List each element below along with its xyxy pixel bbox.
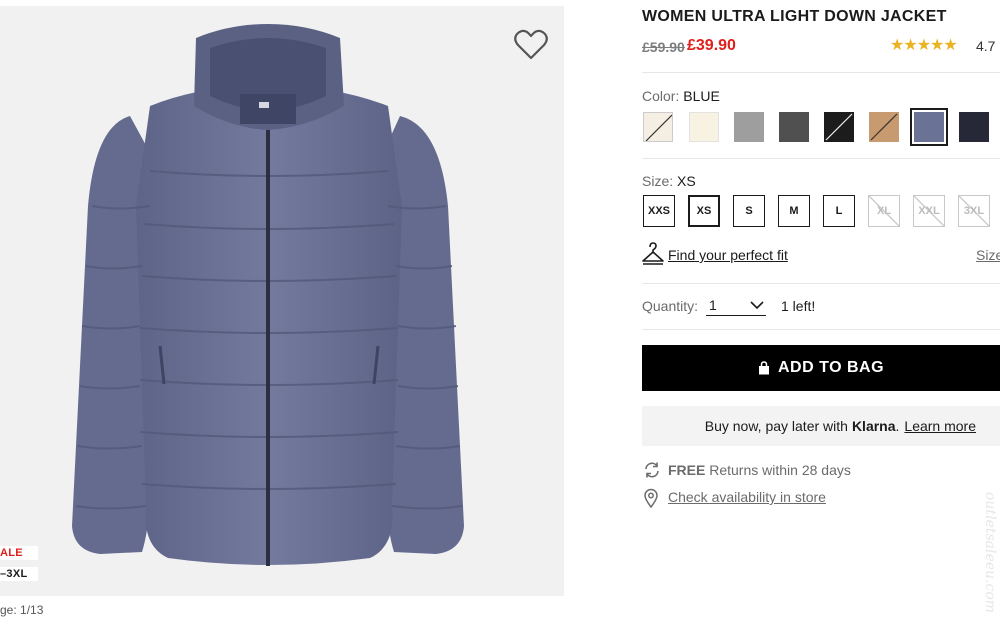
free-returns-text: FREE Returns within 28 days xyxy=(668,462,851,478)
divider xyxy=(642,283,1000,284)
size-range-tag: –3XL xyxy=(0,567,38,581)
image-counter: ge: 1/13 xyxy=(0,603,44,617)
watermark: outletsaleeu.com xyxy=(972,488,1000,614)
color-swatch-dark-gray[interactable] xyxy=(779,112,809,142)
wishlist-heart-icon[interactable] xyxy=(512,26,550,64)
free-returns-detail: Returns within 28 days xyxy=(705,462,851,478)
rating-value[interactable]: 4.7 xyxy=(976,38,995,54)
selected-color: BLUE xyxy=(683,88,720,104)
color-swatch-light-gray[interactable] xyxy=(734,112,764,142)
selected-size: XS xyxy=(677,173,696,189)
quantity-label: Quantity: xyxy=(642,298,699,314)
location-pin-icon xyxy=(644,488,658,508)
color-swatch-off-white[interactable] xyxy=(643,112,673,142)
size-option-m[interactable]: M xyxy=(778,195,810,227)
chevron-down-icon xyxy=(750,301,764,310)
sale-price: £39.90 xyxy=(687,37,736,54)
color-swatch-camel[interactable] xyxy=(869,112,899,142)
size-option-xl[interactable]: XL xyxy=(868,195,900,227)
rating-stars-icon[interactable]: ★★★★★ xyxy=(890,35,958,55)
check-availability-link[interactable]: Check availability in store xyxy=(668,489,826,505)
size-option-3xl[interactable]: 3XL xyxy=(958,195,990,227)
color-swatch-black[interactable] xyxy=(824,112,854,142)
product-image-panel[interactable]: ALE –3XL xyxy=(0,6,564,596)
color-swatch-navy[interactable] xyxy=(959,112,989,142)
size-option-s[interactable]: S xyxy=(733,195,765,227)
shopping-bag-icon xyxy=(758,361,769,375)
free-returns-bold: FREE xyxy=(668,462,706,478)
color-swatch-cream[interactable] xyxy=(689,112,719,142)
add-to-bag-button[interactable]: ADD TO BAG xyxy=(642,345,1000,391)
size-option-l[interactable]: L xyxy=(823,195,855,227)
quantity-select[interactable]: 1 xyxy=(706,297,766,316)
size-option-xxs[interactable]: XXS xyxy=(643,195,675,227)
stock-note: 1 left! xyxy=(781,298,816,314)
product-image xyxy=(72,24,464,566)
klarna-period: . xyxy=(895,418,900,434)
original-price: £59.90 xyxy=(642,39,685,55)
color-swatch-blue[interactable] xyxy=(910,108,948,146)
find-fit-link[interactable]: Find your perfect fit xyxy=(668,247,788,263)
size-option-xxl[interactable]: XXL xyxy=(913,195,945,227)
klarna-banner: Buy now, pay later with Klarna. Learn mo… xyxy=(642,406,1000,446)
quantity-value: 1 xyxy=(709,297,717,313)
divider xyxy=(642,158,1000,159)
product-title: WOMEN ULTRA LIGHT DOWN JACKET xyxy=(642,8,947,25)
size-guide-link[interactable]: Size xyxy=(976,247,1000,263)
divider xyxy=(642,329,1000,330)
hanger-icon xyxy=(642,242,664,265)
klarna-text: Buy now, pay later with xyxy=(704,418,848,434)
sale-tag: ALE xyxy=(0,546,38,560)
returns-icon xyxy=(645,462,659,478)
size-label-text: Size: xyxy=(642,173,674,189)
add-to-bag-label: ADD TO BAG xyxy=(777,359,885,376)
watermark-text: outletsaleeu.com xyxy=(982,492,998,614)
size-label: Size: XS xyxy=(642,173,696,189)
klarna-learn-more-link[interactable]: Learn more xyxy=(904,418,976,434)
klarna-logo: Klarna xyxy=(851,418,896,434)
color-label-text: Color: xyxy=(642,88,680,104)
size-option-xs[interactable]: XS xyxy=(688,195,720,227)
divider xyxy=(642,72,1000,73)
color-label: Color: BLUE xyxy=(642,88,720,104)
